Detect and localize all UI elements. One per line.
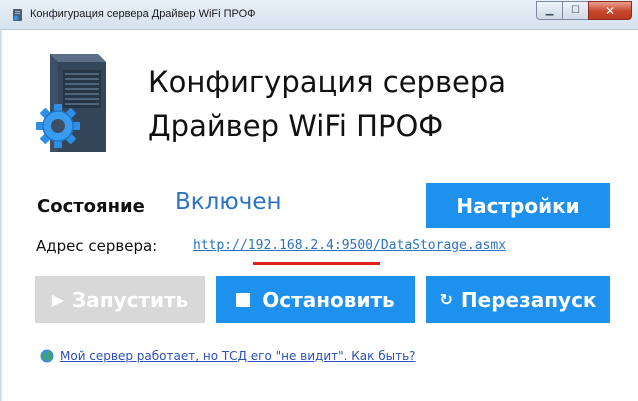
title-bar: Конфигурация сервера Драйвер WiFi ПРОФ ▁… <box>0 0 638 30</box>
window-edge <box>0 30 3 401</box>
app-icon <box>13 9 22 21</box>
minimize-icon: ▁ <box>545 5 554 16</box>
server-address-link[interactable]: http://192.168.2.4:9500/DataStorage.asmx <box>193 238 506 253</box>
settings-button-label: Настройки <box>456 193 580 218</box>
caption-buttons: ▁ ☐ ✕ <box>536 1 632 20</box>
server-address-label: Адрес сервера: <box>36 237 158 255</box>
help-link[interactable]: Мой сервер работает, но ТСД его "не види… <box>60 349 416 363</box>
restart-button-label: Перезапуск <box>460 287 597 312</box>
restart-icon: ↻ <box>439 290 453 309</box>
status-value: Включен <box>175 189 282 215</box>
status-label: Состояние <box>37 196 145 217</box>
close-button[interactable]: ✕ <box>588 1 632 20</box>
start-button-label: Запустить <box>72 287 189 312</box>
minimize-button[interactable]: ▁ <box>536 1 562 20</box>
stop-icon <box>236 292 251 307</box>
play-icon: ▶ <box>51 290 65 309</box>
window-title: Конфигурация сервера Драйвер WiFi ПРОФ <box>30 8 256 20</box>
close-icon: ✕ <box>604 3 616 18</box>
stop-button-label: Остановить <box>262 287 395 312</box>
header-title-line1: Конфигурация сервера <box>148 65 507 99</box>
restart-button[interactable]: ↻ Перезапуск <box>426 276 610 323</box>
stop-button[interactable]: Остановить <box>216 276 415 323</box>
config-window: Конфигурация сервера Драйвер WiFi ПРОФ ▁… <box>0 0 638 401</box>
maximize-button[interactable]: ☐ <box>562 1 588 20</box>
start-button[interactable]: ▶ Запустить <box>35 276 205 323</box>
globe-icon <box>40 349 54 363</box>
header-title-line2: Драйвер WiFi ПРОФ <box>148 109 444 143</box>
maximize-icon: ☐ <box>571 5 580 16</box>
ip-highlight-underline <box>253 262 380 265</box>
settings-button[interactable]: Настройки <box>426 183 610 228</box>
header-title: Конфигурация сервера Драйвер WiFi ПРОФ <box>148 60 506 148</box>
server-gear-icon <box>36 54 106 152</box>
help-row: Мой сервер работает, но ТСД его "не види… <box>40 349 416 363</box>
